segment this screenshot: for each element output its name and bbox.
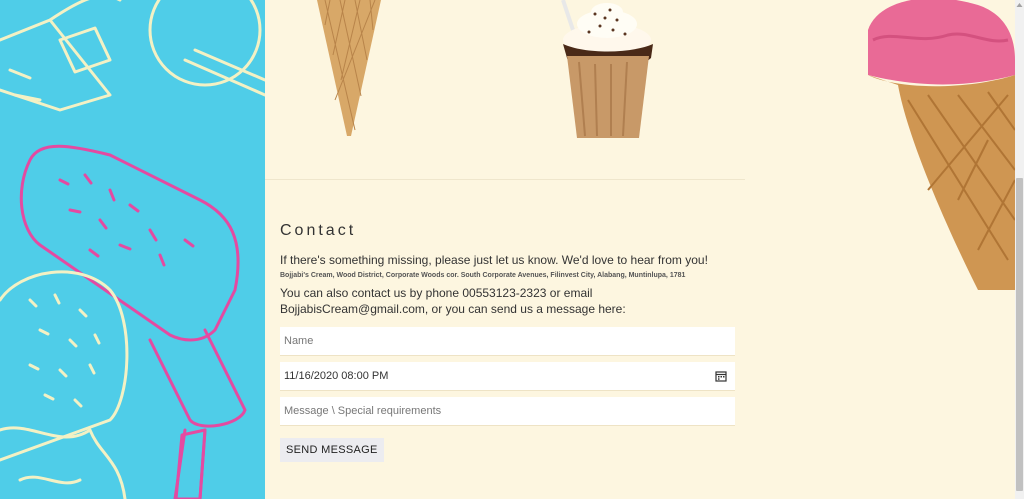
contact-address: Bojjabi's Cream, Wood District, Corporat… [280, 272, 686, 279]
send-message-button[interactable]: SEND MESSAGE [280, 438, 384, 462]
milkshake-image [561, 0, 653, 138]
strawberry-ice-cream-cone-image [868, 0, 1015, 290]
contact-section: Contact If there's something missing, pl… [280, 222, 740, 317]
section-divider [265, 179, 745, 180]
contact-intro-text: If there's something missing, please jus… [280, 253, 708, 267]
waffle-cone-image [317, 0, 381, 136]
name-input[interactable] [280, 327, 735, 355]
datetime-value: 11/16/2020 08:00 PM [284, 370, 389, 382]
message-input[interactable] [280, 397, 735, 425]
calendar-icon[interactable] [715, 370, 727, 382]
page-scrollbar[interactable] [1015, 0, 1024, 499]
contact-phone-email-text: You can also contact us by phone 0055312… [280, 286, 626, 316]
scroll-up-arrow-icon[interactable] [1016, 2, 1023, 8]
scrollbar-thumb[interactable] [1016, 178, 1023, 491]
datetime-input[interactable]: 11/16/2020 08:00 PM [280, 362, 735, 390]
contact-heading: Contact [280, 222, 357, 239]
decorative-illustration-panel [0, 0, 265, 499]
ice-cream-sketch-illustration [0, 0, 265, 499]
